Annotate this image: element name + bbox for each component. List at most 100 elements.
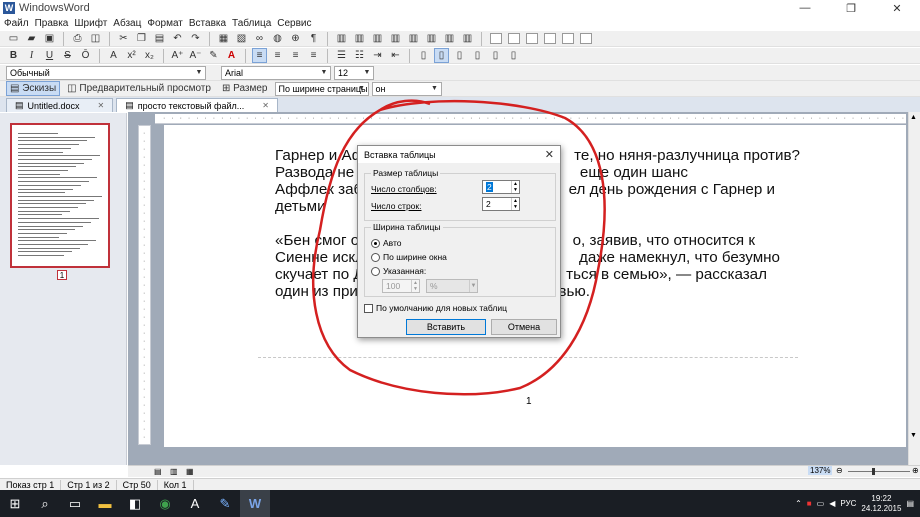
menu-font[interactable]: Шрифт	[74, 18, 113, 29]
table-tool-icon[interactable]: ▥	[334, 31, 349, 46]
superscript-icon[interactable]: x²	[124, 48, 139, 63]
border-icon[interactable]	[506, 31, 521, 46]
paint-icon[interactable]: ✎	[210, 490, 240, 517]
page-layout-icon[interactable]: ▯	[416, 48, 431, 63]
table-tool-icon[interactable]: ▥	[460, 31, 475, 46]
spin-arrows-icon[interactable]: ▲ ▼	[511, 181, 519, 193]
close-icon[interactable]: ✕	[98, 101, 105, 110]
underline-icon[interactable]: U	[42, 48, 57, 63]
tray-arrow-icon[interactable]: ⌃	[795, 499, 802, 508]
print-icon[interactable]: ⎙	[70, 31, 85, 46]
menu-paragraph[interactable]: Абзац	[113, 18, 147, 29]
keyboard-language[interactable]: РУС	[840, 499, 856, 508]
table-tool-icon[interactable]: ▥	[388, 31, 403, 46]
zoom-in-icon[interactable]: ⊕	[912, 466, 919, 475]
overline-icon[interactable]: Ō	[78, 48, 93, 63]
grow-font-icon[interactable]: A⁺	[170, 48, 185, 63]
zoom-mode-select[interactable]: По ширине страницы ▼	[274, 81, 369, 96]
font-size-select[interactable]: 12 ▼	[334, 65, 374, 80]
word-app-icon[interactable]: W	[240, 490, 270, 517]
store-icon[interactable]: ◧	[120, 490, 150, 517]
page-layout-icon[interactable]: ▯	[470, 48, 485, 63]
style-select[interactable]: Обычный ▼	[6, 65, 206, 80]
page-layout-icon[interactable]: ▯	[506, 48, 521, 63]
cancel-button[interactable]: Отмена	[491, 319, 557, 335]
radio-fixed-width[interactable]: Указанная:	[371, 266, 426, 276]
unit-select[interactable]: % ▼	[426, 279, 478, 293]
copy-icon[interactable]: ❐	[134, 31, 149, 46]
rows-spinner[interactable]: 2 ▲ ▼	[482, 197, 520, 211]
outdent-icon[interactable]: ⇤	[388, 48, 403, 63]
chrome-icon[interactable]: ◉	[150, 490, 180, 517]
numbering-icon[interactable]: ☷	[352, 48, 367, 63]
search-icon[interactable]: ⌕	[30, 490, 60, 517]
undo-icon[interactable]: ↶	[170, 31, 185, 46]
outline-view-icon[interactable]: ▦	[186, 467, 194, 476]
table-tool-icon[interactable]: ▥	[424, 31, 439, 46]
default-for-new-tables-checkbox[interactable]: По умолчанию для новых таблиц	[364, 303, 507, 313]
print-preview-button[interactable]: ◫ Предварительный просмотр	[63, 81, 215, 96]
subscript-icon[interactable]: x₂	[142, 48, 157, 63]
align-left-icon[interactable]: ≡	[252, 48, 267, 63]
border-icon[interactable]	[542, 31, 557, 46]
volume-icon[interactable]: ◀	[829, 499, 835, 508]
open-icon[interactable]: ▰	[24, 31, 39, 46]
table-tool-icon[interactable]: ▥	[370, 31, 385, 46]
scroll-up-icon[interactable]: ▲	[910, 114, 917, 121]
redo-icon[interactable]: ↷	[188, 31, 203, 46]
new-document-icon[interactable]: ▭	[6, 31, 21, 46]
menu-insert[interactable]: Вставка	[189, 18, 232, 29]
zoom-slider-thumb[interactable]	[872, 468, 875, 475]
spin-arrows-icon[interactable]: ▲ ▼	[511, 198, 519, 210]
border-icon[interactable]	[578, 31, 593, 46]
shrink-font-icon[interactable]: A⁻	[188, 48, 203, 63]
minimize-button[interactable]: —	[782, 0, 828, 16]
table-icon[interactable]: ▦	[216, 31, 231, 46]
task-view-icon[interactable]: ▭	[60, 490, 90, 517]
preview-icon[interactable]: ◫	[88, 31, 103, 46]
zoom-out-icon[interactable]: ⊖	[836, 466, 843, 475]
save-icon[interactable]: ▣	[42, 31, 57, 46]
restore-button[interactable]: ❐	[828, 0, 874, 16]
menu-format[interactable]: Формат	[147, 18, 189, 29]
close-button[interactable]: ✕	[874, 0, 920, 16]
border-icon[interactable]	[524, 31, 539, 46]
close-icon[interactable]: ✕	[545, 148, 554, 161]
page-layout-icon[interactable]: ▯	[452, 48, 467, 63]
page-thumbnail[interactable]	[10, 123, 110, 268]
pilcrow-icon[interactable]: ¶	[306, 31, 321, 46]
border-icon[interactable]	[560, 31, 575, 46]
font-size-icon[interactable]: A	[106, 48, 121, 63]
page-layout-icon[interactable]: ▯	[488, 48, 503, 63]
windows-start-icon[interactable]: ⊞	[0, 490, 30, 517]
insert-button[interactable]: Вставить	[406, 319, 486, 335]
close-icon[interactable]: ✕	[262, 101, 269, 110]
network-icon[interactable]: ▭	[817, 499, 825, 508]
font-select[interactable]: Arial ▼	[221, 65, 331, 80]
border-icon[interactable]	[488, 31, 503, 46]
paste-icon[interactable]: ▤	[152, 31, 167, 46]
antivirus-icon[interactable]: ■	[807, 499, 812, 508]
table-tool-icon[interactable]: ▥	[442, 31, 457, 46]
thumbnails-button[interactable]: ▤ Эскизы	[6, 81, 61, 96]
tab-untitled[interactable]: ▤ Untitled.docx ✕	[6, 98, 114, 112]
page-layout-icon[interactable]: ▯	[434, 48, 449, 63]
zoom-icon[interactable]: ⊕	[288, 31, 303, 46]
scroll-down-icon[interactable]: ▼	[910, 432, 917, 439]
radio-window-width[interactable]: По ширине окна	[371, 252, 447, 262]
table-tool-icon[interactable]: ▥	[406, 31, 421, 46]
cut-icon[interactable]: ✂	[116, 31, 131, 46]
image-icon[interactable]: ▧	[234, 31, 249, 46]
align-center-icon[interactable]: ≡	[270, 48, 285, 63]
page-view-icon[interactable]: ▤	[154, 467, 162, 476]
notifications-icon[interactable]: ▤	[906, 499, 914, 508]
vertical-scrollbar[interactable]: ▲ ▼	[908, 112, 920, 465]
font-color-icon[interactable]: A	[224, 48, 239, 63]
spin-arrows-icon[interactable]: ▲ ▼	[411, 280, 419, 292]
zoom-sub-select[interactable]: он ▼	[371, 81, 442, 96]
font-app-icon[interactable]: A	[180, 490, 210, 517]
indent-icon[interactable]: ⇥	[370, 48, 385, 63]
width-spinner[interactable]: 100 ▲ ▼	[382, 279, 420, 293]
link-icon[interactable]: ∞	[252, 31, 267, 46]
bullets-icon[interactable]: ☰	[334, 48, 349, 63]
